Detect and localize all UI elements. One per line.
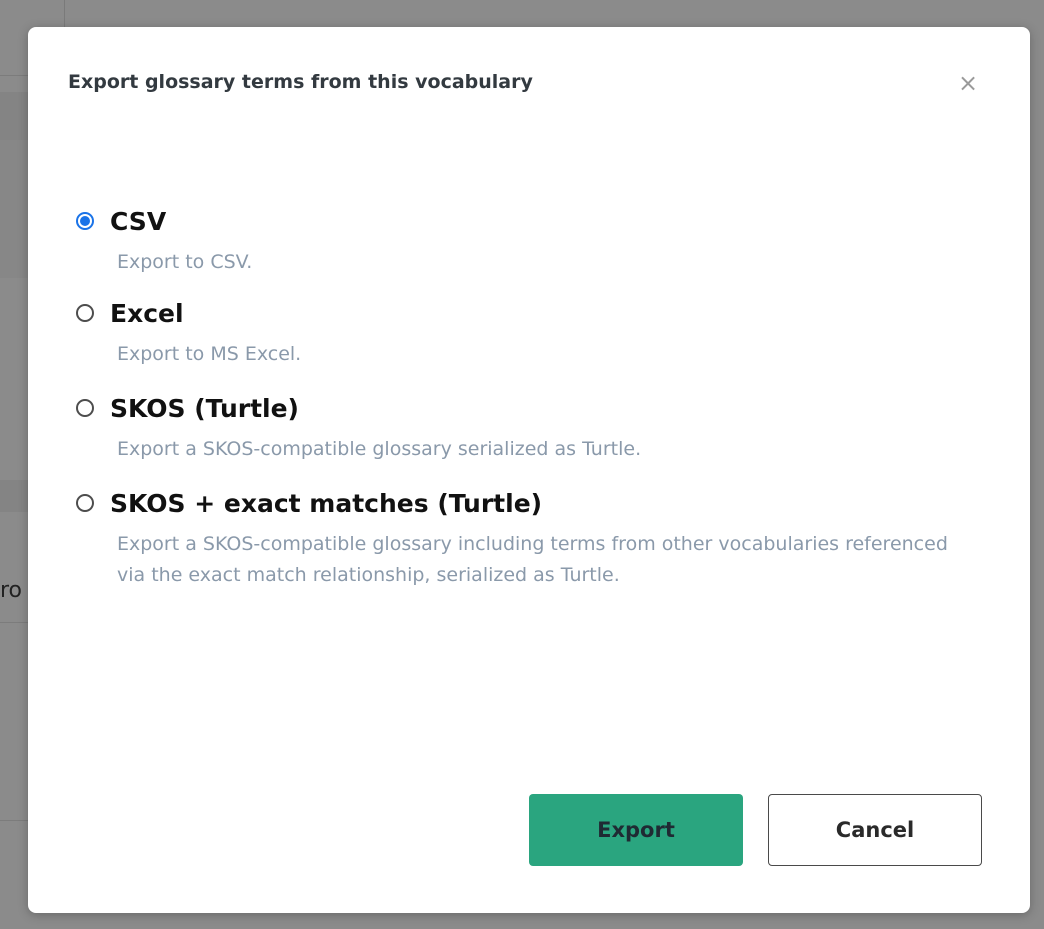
background-band [0,480,28,512]
option-label[interactable]: Excel [110,299,184,328]
option-description: Export a SKOS-compatible glossary serial… [117,438,642,460]
radio-unchecked-icon[interactable] [76,494,94,512]
option-csv[interactable]: CSV Export to CSV. [76,203,962,278]
option-description: Export to MS Excel. [117,343,302,365]
option-description: Export to CSV. [117,251,253,273]
cancel-button[interactable]: Cancel [768,794,982,866]
background-divider [0,75,28,76]
option-skos-exact-matches[interactable]: SKOS + exact matches (Turtle) Export a S… [76,485,962,591]
option-label[interactable]: CSV [110,207,166,236]
option-label[interactable]: SKOS + exact matches (Turtle) [110,489,542,518]
background-band [0,140,28,278]
radio-checked-icon[interactable] [76,212,94,230]
close-icon[interactable]: × [954,69,982,97]
background-divider [0,622,28,623]
export-button[interactable]: Export [529,794,743,866]
background-band [0,92,28,140]
export-dialog: Export glossary terms from this vocabula… [28,27,1030,913]
background-text-fragment: ro [0,578,23,603]
dialog-title: Export glossary terms from this vocabula… [68,71,533,93]
option-excel[interactable]: Excel Export to MS Excel. [76,295,962,370]
radio-unchecked-icon[interactable] [76,304,94,322]
option-description: Export a SKOS-compatible glossary includ… [117,533,948,586]
background-divider [64,0,65,28]
option-skos-turtle[interactable]: SKOS (Turtle) Export a SKOS-compatible g… [76,390,962,465]
radio-unchecked-icon[interactable] [76,399,94,417]
background-divider [0,820,28,821]
option-label[interactable]: SKOS (Turtle) [110,394,299,423]
